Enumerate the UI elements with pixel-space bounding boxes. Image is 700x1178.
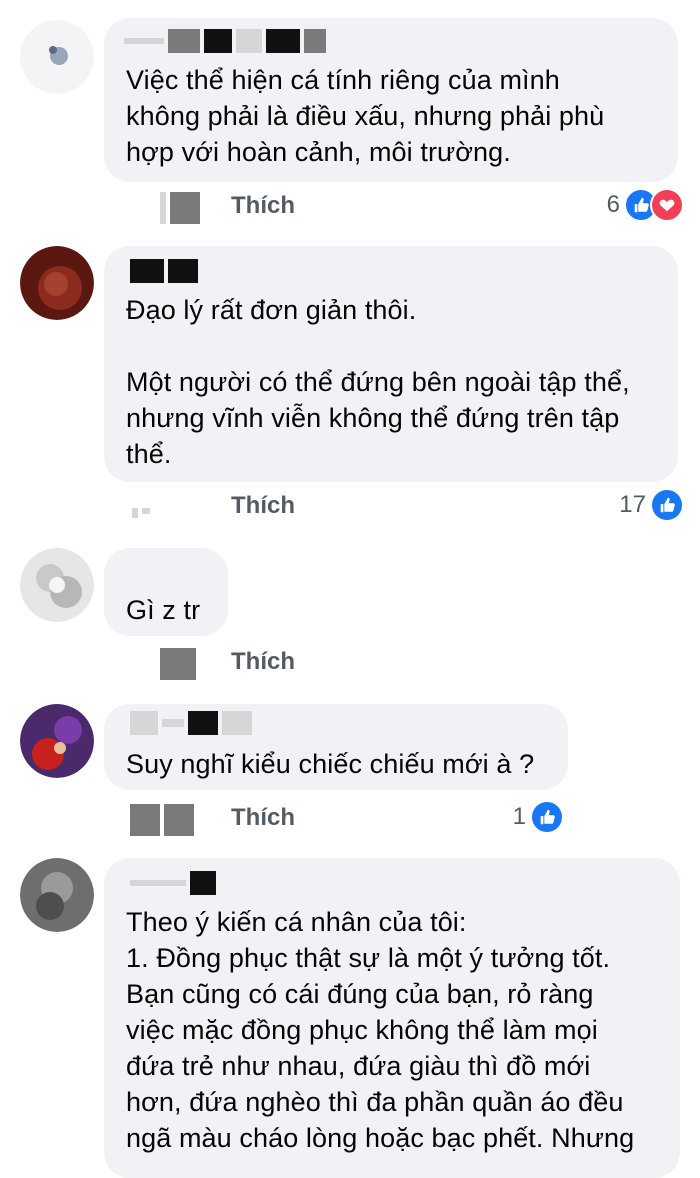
reaction-count: 6 [606, 191, 620, 218]
like-link[interactable]: Thích [231, 192, 295, 220]
like-icon [650, 488, 684, 522]
avatar[interactable] [20, 704, 94, 778]
like-icon [530, 800, 564, 834]
comment-text: Gì z tr [126, 595, 201, 625]
comment-bubble: Đạo lý rất đơn giản thôi. Một người có t… [104, 246, 678, 482]
avatar[interactable] [20, 20, 94, 94]
redacted-author-name [130, 710, 252, 736]
avatar[interactable] [20, 548, 94, 622]
avatar[interactable] [20, 246, 94, 320]
redacted-author-name [124, 28, 326, 54]
comment-text: Việc thể hiện cá tính riêng của mình khô… [126, 65, 605, 167]
reaction-count: 17 [619, 491, 646, 518]
like-link[interactable]: Thích [231, 648, 295, 676]
like-link[interactable]: Thích [231, 804, 295, 832]
comment-bubble: Suy nghĩ kiểu chiếc chiếu mới à ? [104, 704, 568, 790]
avatar[interactable] [20, 858, 94, 932]
reaction-count: 1 [512, 803, 526, 830]
comment-text: Theo ý kiến cá nhân của tôi: 1. Đồng phụ… [126, 907, 635, 1153]
reaction-summary[interactable]: 6 [607, 188, 684, 222]
love-icon [650, 188, 684, 222]
comment-bubble: Theo ý kiến cá nhân của tôi: 1. Đồng phụ… [104, 858, 680, 1178]
comment-text: Đạo lý rất đơn giản thôi. Một người có t… [126, 295, 630, 469]
reaction-summary[interactable]: 1 [513, 800, 564, 834]
comment-actions: Thích 6 [104, 188, 684, 228]
comment-text: Suy nghĩ kiểu chiếc chiếu mới à ? [126, 749, 535, 779]
redacted-block [130, 804, 194, 836]
redacted-author-name [130, 258, 198, 284]
redacted-block [160, 192, 200, 224]
comment-actions: Thích [104, 644, 684, 684]
like-link[interactable]: Thích [231, 492, 295, 520]
comment-bubble: Việc thể hiện cá tính riêng của mình khô… [104, 18, 678, 182]
reaction-summary[interactable]: 17 [619, 488, 684, 522]
redacted-block [132, 508, 150, 540]
comment-actions: Thích 1 [104, 800, 684, 840]
comment-actions: Thích 17 [104, 488, 684, 528]
comment-bubble: Gì z tr [104, 548, 228, 636]
redacted-author-name [130, 870, 216, 896]
redacted-block [160, 648, 196, 680]
